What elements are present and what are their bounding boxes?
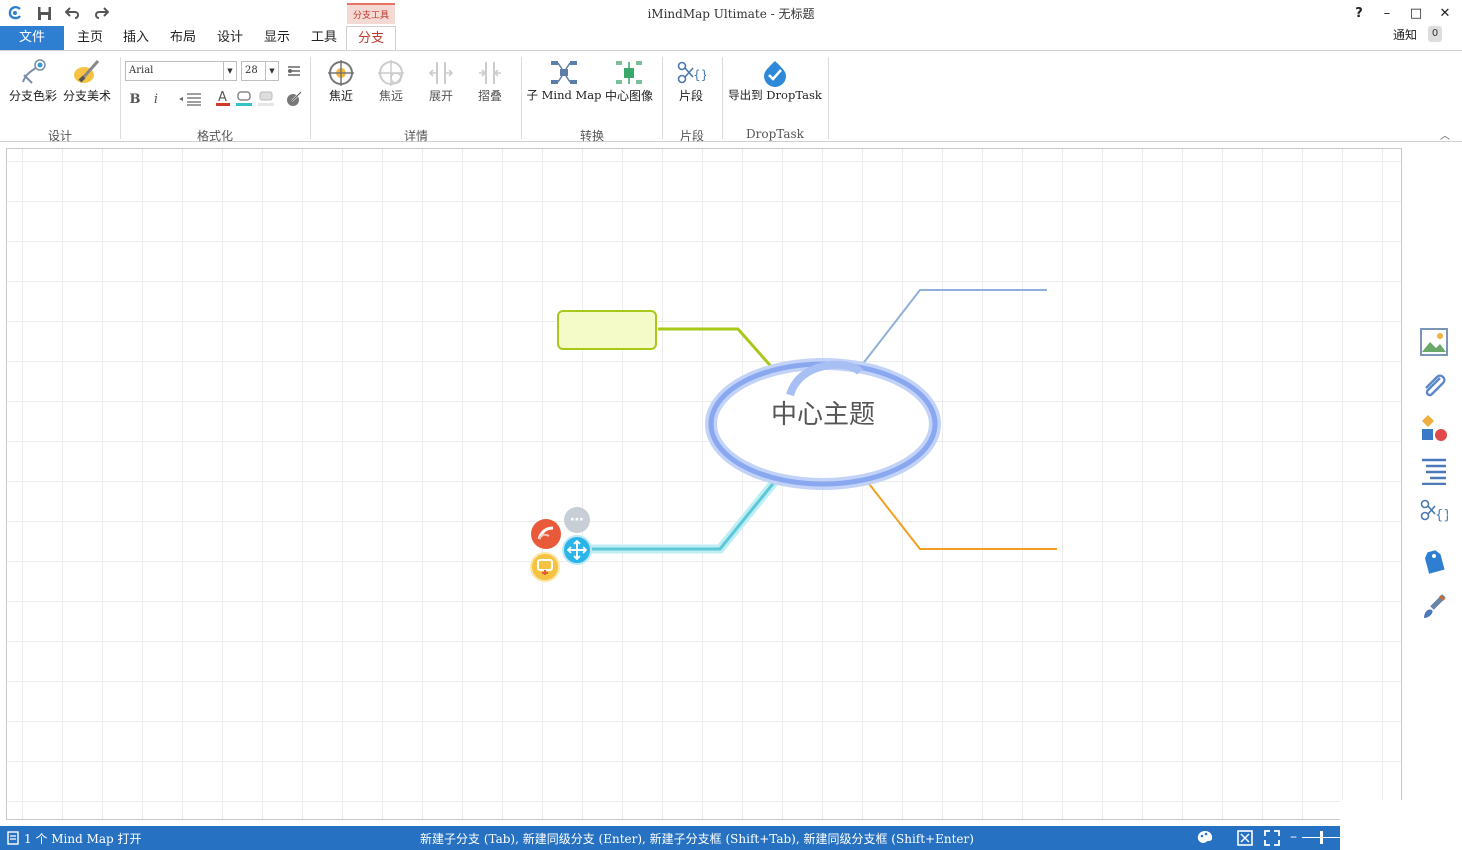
zoom-out-icon[interactable]: – <box>1290 830 1302 844</box>
svg-text:{}: {} <box>1435 508 1448 523</box>
central-topic-text[interactable]: 中心主题 <box>733 394 913 431</box>
branch-orange[interactable] <box>865 479 1057 550</box>
paperclip-icon[interactable] <box>1418 370 1450 402</box>
move-handle-icon[interactable] <box>562 535 592 565</box>
paint-brush-icon[interactable] <box>1418 590 1450 622</box>
shortcut-hint: 新建子分支 (Tab), 新建同级分支 (Enter), 新建子分支框 (Shi… <box>420 832 974 846</box>
branch-blue[interactable] <box>857 289 1047 371</box>
snippets-icon[interactable]: {} <box>1418 496 1450 528</box>
image-icon[interactable] <box>1418 326 1450 358</box>
palette-icon[interactable] <box>1196 829 1214 847</box>
fullscreen-icon[interactable] <box>1263 829 1281 847</box>
fit-screen-icon[interactable] <box>1236 829 1254 847</box>
open-maps-status: 1 个 Mind Map 打开 <box>24 832 142 846</box>
outline-list-icon[interactable] <box>1418 455 1450 487</box>
zoom-slider-thumb[interactable] <box>1320 831 1323 844</box>
document-icon <box>6 831 20 845</box>
mindmap-branches <box>590 289 1057 554</box>
add-box-icon[interactable] <box>530 552 560 582</box>
tag-icon[interactable] <box>1418 545 1450 577</box>
branch-cyan[interactable] <box>590 479 778 551</box>
branch-box[interactable] <box>557 310 657 350</box>
branch-green[interactable] <box>658 327 778 373</box>
shapes-icon[interactable] <box>1418 412 1450 444</box>
blank-overlay <box>1340 800 1462 850</box>
add-branch-art-icon[interactable] <box>531 519 561 549</box>
status-bar: 1 个 Mind Map 打开 新建子分支 (Tab), 新建同级分支 (Ent… <box>0 826 1462 850</box>
more-options-icon[interactable]: ⋯ <box>564 507 590 533</box>
